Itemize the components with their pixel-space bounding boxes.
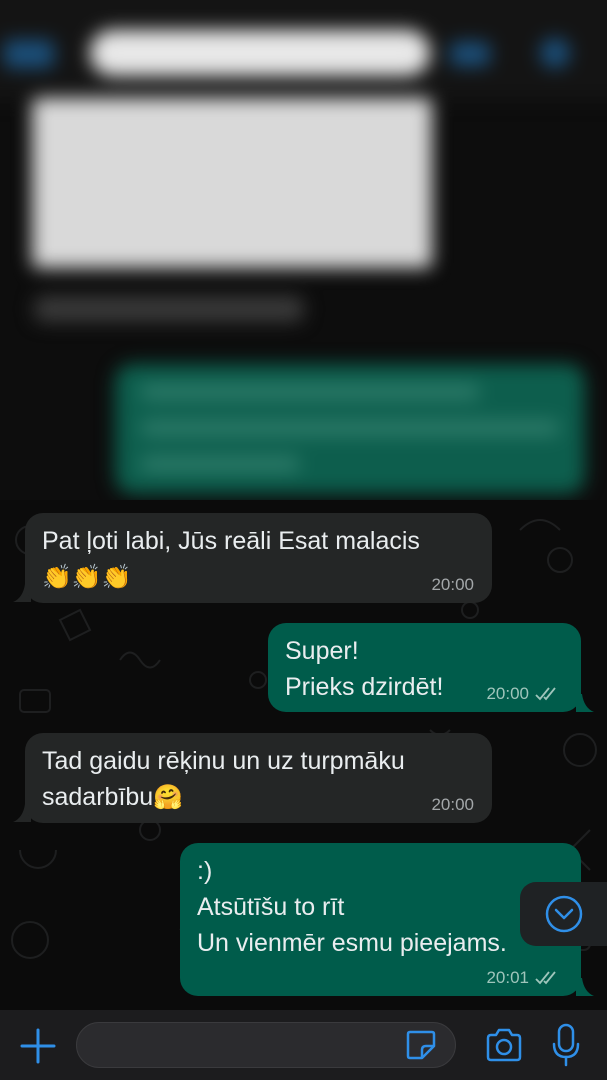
clapping-emoji: 👏👏👏 (42, 563, 132, 591)
blurred-text-line (140, 384, 480, 400)
blurred-contact-name (90, 30, 430, 76)
message-text: Atsūtīšu to rīt (197, 893, 345, 921)
hugging-face-emoji: 🤗 (153, 783, 184, 811)
message-time: 20:01 (486, 968, 563, 988)
message-text: Pat ļoti labi, Jūs reāli Esat malacis (42, 527, 420, 555)
message-input[interactable] (93, 1023, 393, 1067)
camera-icon[interactable] (484, 1026, 524, 1064)
message-time: 20:00 (431, 795, 474, 815)
blurred-video-icon (450, 42, 490, 66)
blurred-call-icon (540, 38, 570, 68)
time-label: 20:00 (486, 684, 529, 703)
message-field[interactable] (76, 1022, 456, 1068)
blurred-text-line (140, 420, 560, 436)
blurred-caption (34, 296, 304, 322)
time-label: 20:00 (431, 575, 474, 594)
message-time: 20:00 (486, 684, 563, 704)
message-text: Super! (285, 637, 359, 665)
message-input-bar (0, 1010, 607, 1080)
read-receipt-icon (535, 687, 556, 701)
message-text: :) (197, 857, 213, 885)
sticker-icon[interactable] (404, 1028, 438, 1062)
message-time: 20:00 (431, 575, 474, 595)
blurred-back-button (4, 40, 54, 68)
message-text: sadarbību (42, 783, 154, 811)
read-receipt-icon (535, 971, 556, 985)
incoming-message[interactable]: Tad gaidu rēķinu un uz turpmāku sadarbīb… (25, 733, 492, 823)
scroll-to-bottom-button[interactable] (520, 882, 607, 946)
incoming-message[interactable]: Pat ļoti labi, Jūs reāli Esat malacis 👏👏… (25, 513, 492, 603)
plus-icon[interactable] (18, 1026, 58, 1066)
outgoing-message[interactable]: Super! Prieks dzirdēt! 20:00 (268, 623, 581, 712)
blurred-text-line (140, 456, 300, 472)
message-text: Tad gaidu rēķinu un uz turpmāku (42, 747, 405, 775)
time-label: 20:00 (431, 795, 474, 814)
chevron-down-circle-icon (545, 895, 582, 933)
time-label: 20:01 (486, 968, 529, 987)
redacted-history (0, 0, 607, 500)
blurred-content (0, 0, 607, 500)
microphone-icon[interactable] (550, 1022, 582, 1068)
blurred-document (32, 98, 432, 268)
message-text: Un vienmēr esmu pieejams. (197, 929, 507, 957)
